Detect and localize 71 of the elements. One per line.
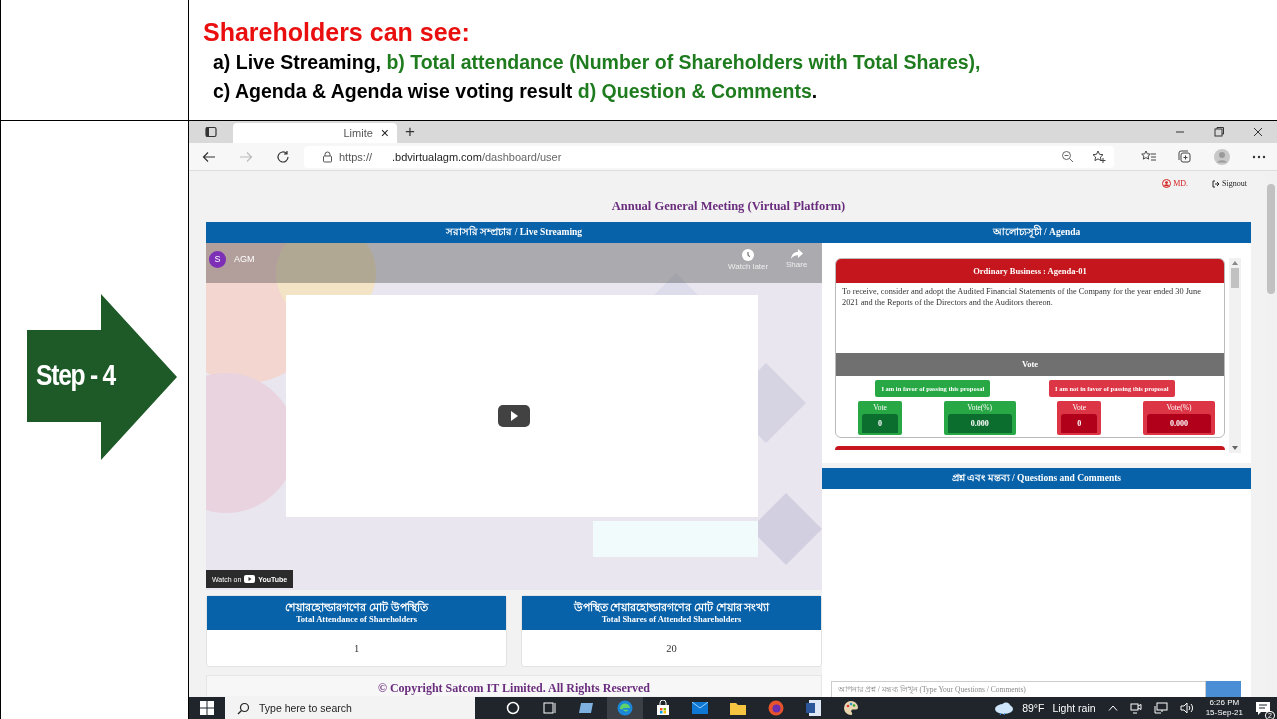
tally-value: 0: [1061, 414, 1098, 433]
tablet-icon[interactable]: [578, 701, 594, 715]
section-heading: Shareholders can see:: [203, 17, 471, 48]
volume-icon[interactable]: [1179, 702, 1194, 714]
weather-text[interactable]: Light rain: [1052, 702, 1096, 714]
document-icon[interactable]: [806, 700, 821, 716]
summary-line: c) Agenda & Agenda wise voting result d) Question & Comments.: [213, 79, 819, 104]
stat-value: 1: [352, 641, 361, 656]
browser-icon[interactable]: [768, 700, 784, 716]
search-icon: [237, 701, 250, 715]
profile-icon[interactable]: [1214, 148, 1230, 165]
cloud-rain-icon[interactable]: [994, 701, 1015, 715]
restore-icon[interactable]: [1213, 126, 1225, 138]
browser-icon[interactable]: [617, 700, 633, 716]
notifications-icon[interactable]: [1255, 700, 1271, 716]
browser-tab[interactable]: Limite ×: [233, 123, 397, 143]
play-logo-icon: [244, 575, 256, 583]
summary-line: a) Live Streaming, b) Total attendance (Number of Shareholders with Total Shares),: [213, 50, 982, 75]
url-scheme: https://: [339, 150, 373, 163]
play-button[interactable]: [498, 405, 530, 427]
more-icon[interactable]: [1252, 154, 1266, 159]
tally-value: 0.000: [1146, 414, 1211, 433]
temperature-text[interactable]: 89°F: [1022, 702, 1045, 714]
favorites-icon[interactable]: [1141, 150, 1156, 163]
address-bar[interactable]: https:// .bdvirtualagm.com/dashboard/user: [304, 145, 1114, 168]
caret-up-icon[interactable]: [1107, 705, 1118, 711]
step-label: Step - 4: [36, 357, 115, 393]
task-view-icon[interactable]: [542, 701, 556, 715]
add-favorite-icon[interactable]: [1092, 150, 1106, 163]
clock-date[interactable]: 15-Sep-21: [1205, 707, 1243, 718]
panel-header: সরাসরি সম্প্রচার / Live Streaming: [206, 222, 822, 243]
url-text: .bdvirtualagm.com/dashboard/user: [392, 150, 562, 163]
tab-actions-icon[interactable]: [205, 126, 217, 138]
panel-header: প্রশ্ন এবং মন্তব্য / Questions and Comments: [822, 468, 1251, 489]
scrollbar[interactable]: [1229, 258, 1241, 453]
tally-value: 0.000: [947, 414, 1012, 433]
windows-start-icon[interactable]: [200, 701, 214, 715]
stat-title: Total Shares of Attended Shareholders: [601, 614, 742, 625]
taskbar-search-field[interactable]: Type here to search: [225, 697, 475, 719]
cortana-icon[interactable]: [506, 701, 520, 715]
stat-title: Total Attendance of Shareholders: [295, 614, 418, 625]
refresh-icon[interactable]: [276, 149, 290, 164]
panel-header: আলোচ্যসূচী / Agenda: [822, 222, 1251, 243]
user-icon: [1162, 179, 1172, 188]
shopping-bag-icon[interactable]: [656, 700, 670, 716]
meet-now-icon[interactable]: [1129, 702, 1142, 714]
back-icon[interactable]: [202, 149, 216, 164]
scroll-thumb[interactable]: [1231, 268, 1239, 288]
agenda-description: To receive, consider and adopt the Audited Financial Statements of the Company for the year ended 30 June 2021 and the Reports of the Directors and the Auditors thereon.: [841, 286, 1202, 309]
page-title: Annual General Meeting (Virtual Platform): [610, 198, 847, 215]
new-tab-button[interactable]: +: [405, 122, 415, 142]
user-link[interactable]: MD.: [1162, 179, 1189, 188]
vote-header: Vote: [836, 353, 1224, 376]
copyright-text: © Copyright Satcom IT Limited. All Rights Reserved: [377, 681, 651, 695]
collections-icon[interactable]: [1178, 149, 1192, 164]
palette-icon[interactable]: [843, 700, 859, 716]
clock-time[interactable]: 6:26 PM: [1209, 697, 1240, 708]
folder-icon[interactable]: [730, 701, 746, 715]
signout-icon: [1212, 179, 1221, 188]
stat-value: 20: [665, 641, 678, 656]
tally-value: 0: [862, 414, 898, 433]
scroll-down-icon[interactable]: [1232, 446, 1238, 450]
network-icon[interactable]: [1153, 702, 1168, 714]
close-icon[interactable]: [1252, 126, 1264, 138]
signout-link[interactable]: Signout: [1212, 179, 1247, 188]
agenda-card-header: Ordinary Business : Agenda-01: [836, 259, 1224, 283]
stat-title-bengali: শেয়ারহোল্ডারগণের মোট উপস্থিতি: [285, 601, 428, 614]
lock-icon: [322, 150, 333, 163]
stat-title-bengali: উপস্থিত শেয়ারহোল্ডারগণের মোট শেয়ার সংখ্যা: [573, 601, 770, 614]
scroll-up-icon[interactable]: [1232, 261, 1238, 265]
zoom-out-icon[interactable]: [1061, 150, 1074, 163]
